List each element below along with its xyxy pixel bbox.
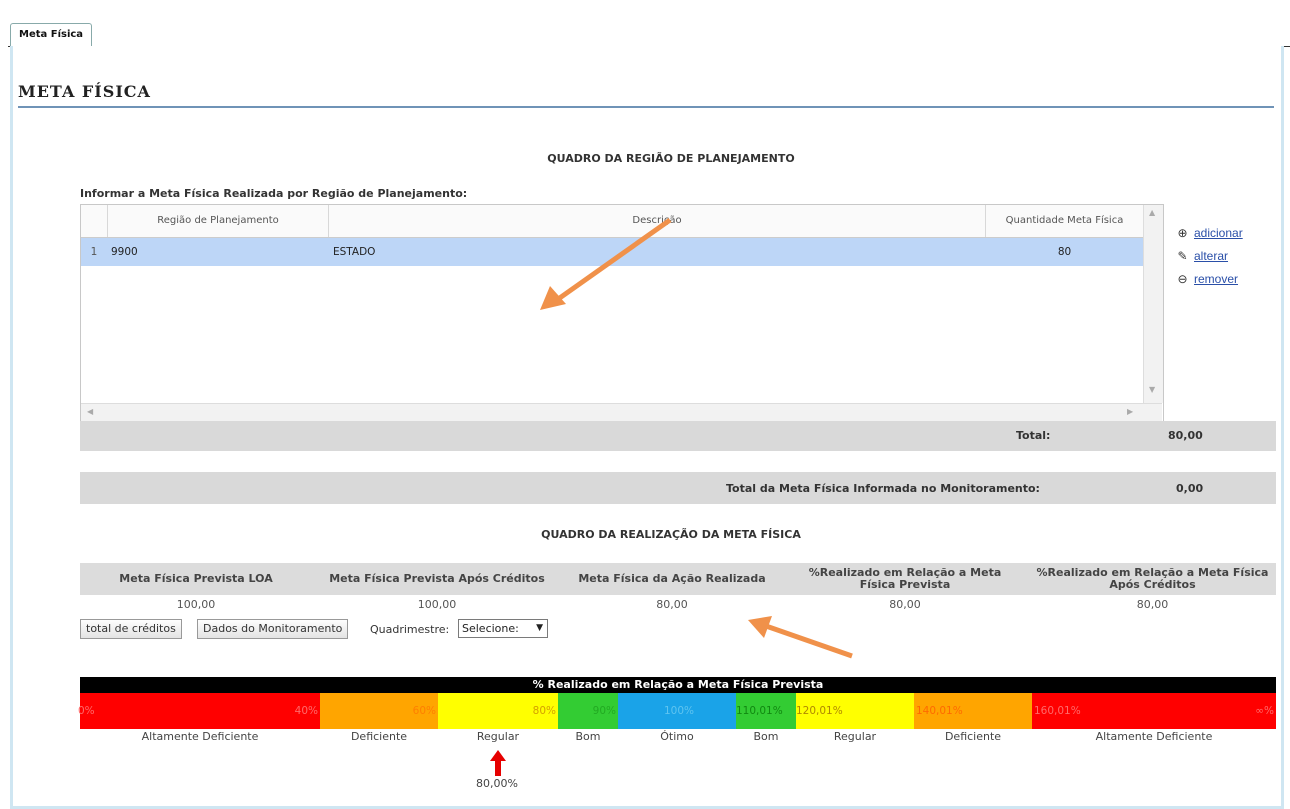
category-label: Altamente Deficiente	[141, 730, 259, 743]
total-bar	[80, 421, 1276, 451]
monitoring-total-value: 0,00	[1176, 482, 1204, 495]
remove-link[interactable]: ⊖ remover	[1176, 272, 1243, 286]
page-title: META FÍSICA	[18, 82, 151, 101]
edit-label: alterar	[1194, 249, 1229, 263]
segment-deficiente-low: 60%	[320, 693, 438, 729]
segment-bom-low: 90%	[558, 693, 618, 729]
category-label: Deficiente	[350, 730, 408, 743]
category-label: Bom	[575, 730, 601, 743]
segment-label: 90%	[592, 705, 616, 717]
segment-label: 120,01%	[796, 705, 843, 717]
region-section-title: QUADRO DA REGIÃO DE PLANEJAMENTO	[547, 152, 795, 165]
value-prevista-apos-creditos: 100,00	[417, 598, 457, 611]
header-prevista-apos-creditos: Meta Física Prevista Após Créditos	[329, 572, 545, 585]
segment-regular-high: 120,01%	[796, 693, 914, 729]
category-label: Ótimo	[660, 730, 694, 743]
scroll-left-icon[interactable]: ◀	[87, 407, 93, 416]
edit-link[interactable]: ✎ alterar	[1176, 249, 1243, 263]
segment-altamente-deficiente-low: 0% 40%	[78, 693, 320, 729]
segment-label: 60%	[412, 705, 436, 717]
scroll-down-icon[interactable]: ▼	[1149, 385, 1155, 394]
annotation-arrow-icon	[540, 217, 672, 310]
title-divider	[18, 106, 1274, 108]
grid-header-rownum	[81, 205, 108, 237]
edit-icon: ✎	[1177, 249, 1188, 263]
header-pct-prevista: %Realizado em Relação a Meta Física Prev…	[808, 566, 1002, 591]
segment-label: 110,01%	[736, 705, 783, 717]
segment-otimo: 100%	[618, 693, 736, 729]
value-pct-apos-creditos: 80,00	[1136, 598, 1169, 611]
segment-label: 40%	[294, 705, 318, 717]
row-region: 9900	[111, 246, 138, 258]
category-label: Regular	[833, 730, 877, 743]
grid-header-region[interactable]: Região de Planejamento	[108, 205, 329, 237]
region-info-label: Informar a Meta Física Realizada por Reg…	[80, 187, 468, 200]
scroll-up-icon[interactable]: ▲	[1149, 208, 1155, 217]
red-up-arrow-icon	[490, 750, 506, 776]
dados-monitoramento-button[interactable]: Dados do Monitoramento	[197, 619, 349, 639]
total-label: Total:	[1016, 429, 1051, 442]
segment-label: 100%	[664, 705, 695, 717]
segment-label: 160,01%	[1034, 705, 1081, 717]
scroll-right-icon[interactable]: ▶	[1127, 407, 1133, 416]
grid-actions: ⊕ adicionar ✎ alterar ⊖ remover	[1176, 226, 1243, 295]
quadrimestre-label: Quadrimestre:	[370, 623, 450, 636]
vertical-scrollbar[interactable]: ▲ ▼	[1143, 205, 1163, 403]
indicator-value: 80,00%	[476, 777, 518, 790]
grid-header-quantity[interactable]: Quantidade Meta Física	[986, 205, 1143, 237]
plus-circle-icon: ⊕	[1177, 226, 1188, 240]
segment-label: 0%	[78, 705, 95, 717]
segment-label: 140,01%	[916, 705, 963, 717]
minus-circle-icon: ⊖	[1177, 272, 1188, 286]
segment-deficiente-high: 140,01%	[914, 693, 1032, 729]
category-label: Deficiente	[944, 730, 1002, 743]
total-creditos-button[interactable]: total de créditos	[80, 619, 182, 639]
segment-regular-low: 80%	[438, 693, 558, 729]
row-number: 1	[90, 246, 98, 258]
monitoring-total-bar	[80, 472, 1276, 504]
quadrimestre-select[interactable]: Selecione: ▼	[458, 619, 548, 638]
tab-bar: Meta Física	[8, 22, 1290, 47]
chevron-down-icon: ▼	[536, 623, 543, 633]
add-link[interactable]: ⊕ adicionar	[1176, 226, 1243, 240]
header-pct-apos-creditos: %Realizado em Relação a Meta Física Após…	[1036, 566, 1269, 591]
segment-label: ∞%	[1255, 705, 1274, 717]
category-label: Bom	[753, 730, 779, 743]
add-label: adicionar	[1194, 226, 1243, 240]
value-pct-prevista: 80,00	[889, 598, 921, 611]
category-label: Altamente Deficiente	[1095, 730, 1213, 743]
quadrimestre-selected: Selecione:	[462, 622, 519, 635]
total-value: 80,00	[1168, 429, 1203, 442]
segment-label: 80%	[532, 705, 556, 717]
realization-header: Meta Física Prevista LOA Meta Física Pre…	[80, 563, 1276, 595]
segment-altamente-deficiente-high: 160,01% ∞%	[1032, 693, 1276, 729]
annotation-arrow-icon	[748, 616, 853, 659]
value-acao-realizada: 80,00	[656, 598, 688, 611]
realization-section-title: QUADRO DA REALIZAÇÃO DA META FÍSICA	[541, 528, 801, 541]
category-label: Regular	[476, 730, 520, 743]
row-quantity: 80	[1057, 246, 1072, 258]
remove-label: remover	[1194, 272, 1239, 286]
segment-bom-high: 110,01%	[736, 693, 796, 729]
monitoring-total-label: Total da Meta Física Informada no Monito…	[726, 482, 1040, 495]
horizontal-scrollbar[interactable]: ◀ ▶	[81, 403, 1162, 421]
tab-meta-fisica[interactable]: Meta Física	[10, 23, 93, 47]
value-prevista-loa: 100,00	[176, 598, 216, 611]
header-prevista-loa: Meta Física Prevista LOA	[119, 572, 273, 585]
scale-title: % Realizado em Relação a Meta Física Pre…	[80, 677, 1276, 693]
header-acao-realizada: Meta Física da Ação Realizada	[578, 572, 766, 585]
